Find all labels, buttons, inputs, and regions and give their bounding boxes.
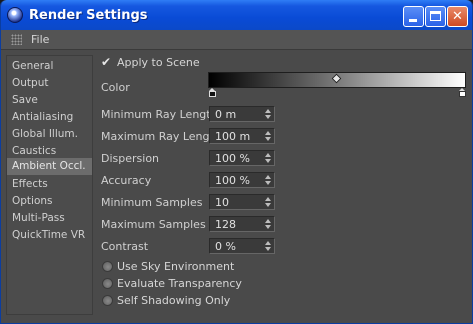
sidebar-item-antialiasing[interactable]: Antialiasing — [7, 109, 92, 126]
close-button[interactable]: ✕ — [447, 6, 468, 27]
render-settings-window: Render Settings ✕ File General Output Sa… — [0, 0, 473, 324]
contrast-field[interactable]: 0 % — [209, 238, 275, 254]
max-samples-value: 128 — [215, 218, 236, 231]
spinner-arrows-icon[interactable] — [264, 151, 272, 165]
cinema4d-app-icon — [7, 7, 23, 23]
max-samples-label: Maximum Samples — [101, 218, 206, 231]
sidebar-item-general[interactable]: General — [7, 58, 92, 75]
max-ray-length-label: Maximum Ray Length — [101, 130, 221, 143]
min-ray-length-value: 0 m — [215, 108, 237, 121]
sidebar-item-global-illumination[interactable]: Global Illum. — [7, 126, 92, 143]
maximize-icon — [430, 11, 441, 21]
sidebar-item-save[interactable]: Save — [7, 92, 92, 109]
evaluate-transparency-label: Evaluate Transparency — [117, 277, 242, 290]
min-ray-length-field[interactable]: 0 m — [209, 106, 275, 122]
dispersion-value: 100 % — [215, 152, 250, 165]
self-shadowing-only-label: Self Shadowing Only — [117, 294, 231, 307]
sidebar-item-ambient-occlusion[interactable]: Ambient Occl. — [7, 158, 92, 175]
menu-file[interactable]: File — [31, 33, 49, 46]
gradient-left-knot[interactable] — [209, 88, 216, 98]
min-samples-label: Minimum Samples — [101, 196, 203, 209]
contrast-label: Contrast — [101, 240, 149, 253]
maximize-button[interactable] — [425, 6, 446, 27]
menu-bar: File — [1, 30, 472, 50]
dispersion-label: Dispersion — [101, 152, 160, 165]
sidebar-item-output[interactable]: Output — [7, 75, 92, 92]
sidebar-item-options[interactable]: Options — [7, 193, 92, 210]
apply-to-scene-label: Apply to Scene — [117, 56, 200, 69]
sidebar-item-quicktime-vr[interactable]: QuickTime VR — [7, 227, 92, 244]
gradient-right-knot[interactable] — [459, 88, 466, 98]
use-sky-environment-label: Use Sky Environment — [117, 260, 235, 273]
unchecked-bullet-icon — [102, 261, 113, 272]
spinner-arrows-icon[interactable] — [264, 195, 272, 209]
sidebar-item-effects[interactable]: Effects — [7, 176, 92, 193]
min-ray-length-label: Minimum Ray Length — [101, 108, 218, 121]
min-samples-value: 10 — [215, 196, 229, 209]
minimize-icon — [409, 19, 417, 22]
unchecked-bullet-icon — [102, 295, 113, 306]
min-samples-field[interactable]: 10 — [209, 194, 275, 210]
spinner-arrows-icon[interactable] — [264, 129, 272, 143]
accuracy-field[interactable]: 100 % — [209, 172, 275, 188]
sidebar-item-multi-pass[interactable]: Multi-Pass — [7, 210, 92, 227]
title-bar[interactable]: Render Settings ✕ — [1, 0, 472, 30]
spinner-arrows-icon[interactable] — [264, 239, 272, 253]
contrast-value: 0 % — [215, 240, 236, 253]
accuracy-label: Accuracy — [101, 174, 152, 187]
minimize-button[interactable] — [403, 6, 424, 27]
max-samples-field[interactable]: 128 — [209, 216, 275, 232]
unchecked-bullet-icon — [102, 278, 113, 289]
spinner-arrows-icon[interactable] — [264, 217, 272, 231]
max-ray-length-value: 100 m — [215, 130, 251, 143]
checkmark-icon: ✔ — [101, 55, 112, 69]
menu-grip-icon[interactable] — [11, 34, 22, 45]
max-ray-length-field[interactable]: 100 m — [209, 128, 275, 144]
dispersion-field[interactable]: 100 % — [209, 150, 275, 166]
ambient-occlusion-panel: ✔ Apply to Scene Color Minimum Ray Lengt… — [97, 52, 472, 320]
spinner-arrows-icon[interactable] — [264, 173, 272, 187]
close-icon: ✕ — [452, 9, 463, 24]
settings-category-list: General Output Save Antialiasing Global … — [6, 55, 93, 315]
accuracy-value: 100 % — [215, 174, 250, 187]
spinner-arrows-icon[interactable] — [264, 107, 272, 121]
color-label: Color — [101, 81, 130, 94]
window-title: Render Settings — [29, 8, 148, 23]
